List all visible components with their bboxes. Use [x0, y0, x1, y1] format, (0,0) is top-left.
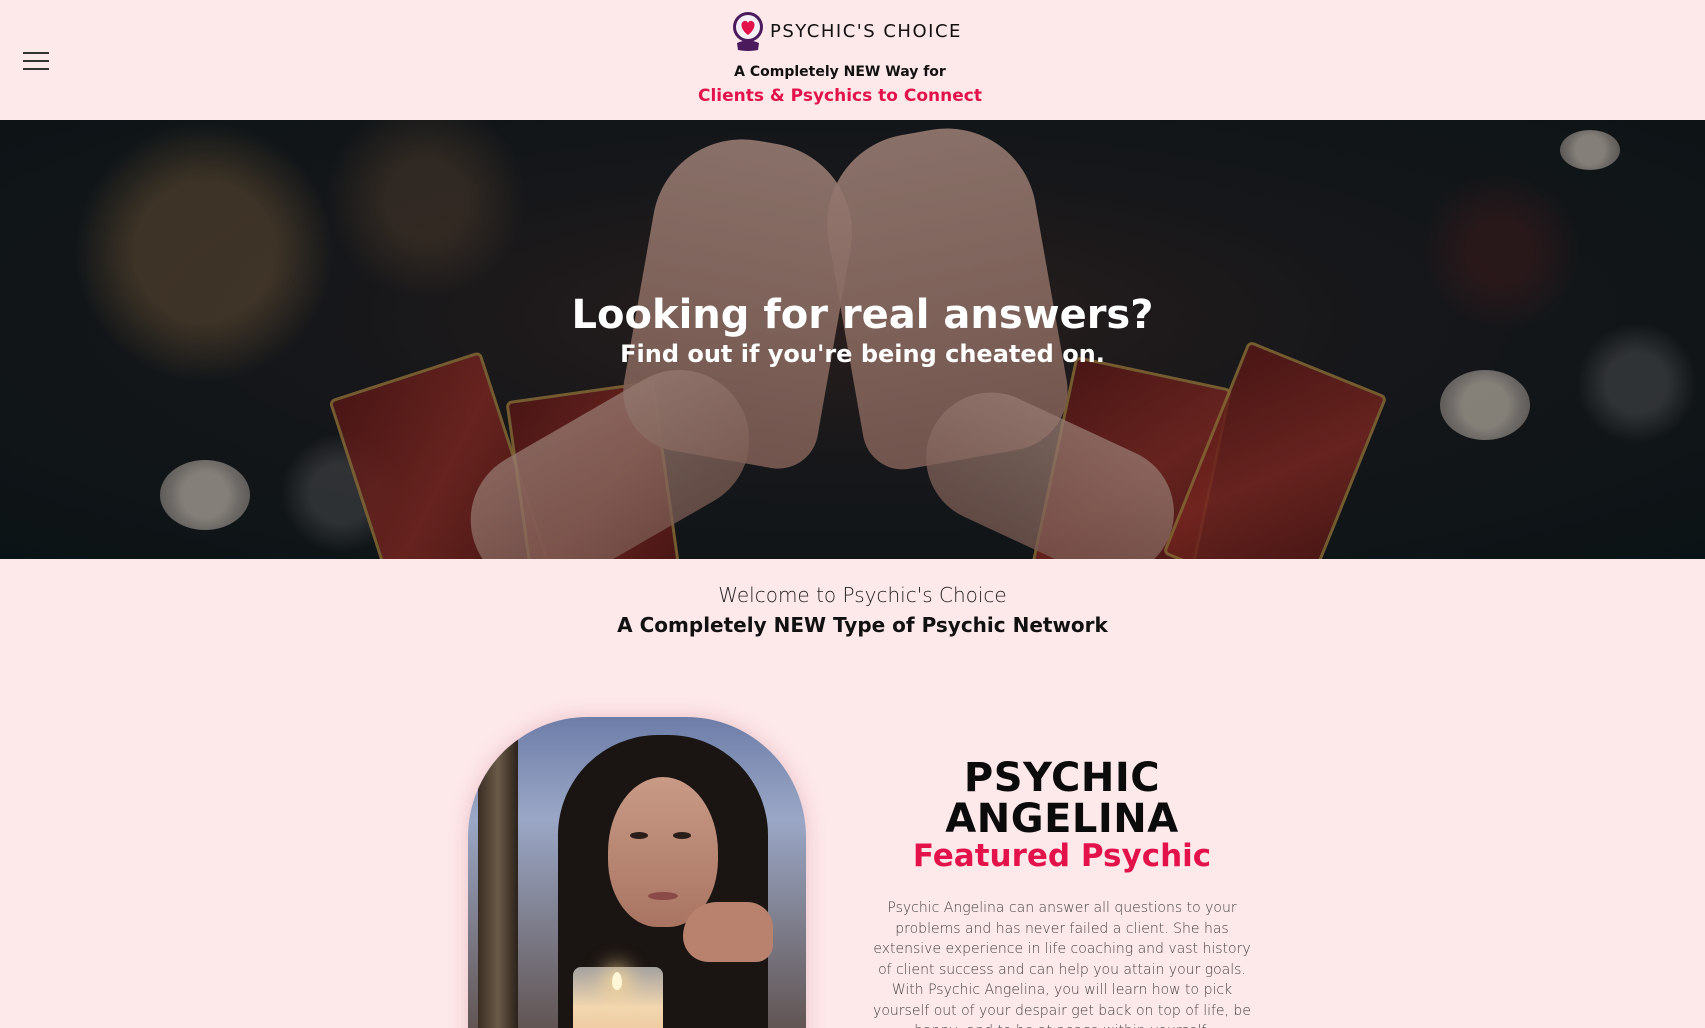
- site-logo[interactable]: PSYCHIC'S CHOICE: [731, 10, 962, 52]
- featured-psychic-description: Psychic Angelina can answer all question…: [873, 900, 1251, 1028]
- lips: [648, 892, 678, 900]
- featured-psychic-label: Featured Psychic: [912, 838, 1212, 874]
- tagline-line1: A Completely NEW Way for: [734, 64, 946, 80]
- eye: [673, 832, 691, 839]
- eye: [630, 832, 648, 839]
- frame: [478, 737, 518, 1028]
- featured-psychic-name: PSYCHIC ANGELINA: [945, 755, 1179, 842]
- tagline-line2: Clients & Psychics to Connect: [698, 86, 982, 106]
- site-header: PSYCHIC'S CHOICE A Completely NEW Way fo…: [0, 0, 1705, 120]
- brand-name: PSYCHIC'S CHOICE: [770, 20, 962, 42]
- flame: [612, 972, 622, 990]
- featured-psychic-photo[interactable]: [468, 717, 806, 1028]
- hero-title: Looking for real answers?: [571, 292, 1154, 338]
- crystal-ball-heart-icon: [733, 12, 763, 51]
- hand-2: [683, 902, 773, 962]
- welcome-title: Welcome to Psychic's Choice: [718, 583, 1007, 607]
- hero-subtitle: Find out if you're being cheated on.: [620, 340, 1105, 368]
- welcome-subtitle: A Completely NEW Type of Psychic Network: [617, 613, 1108, 637]
